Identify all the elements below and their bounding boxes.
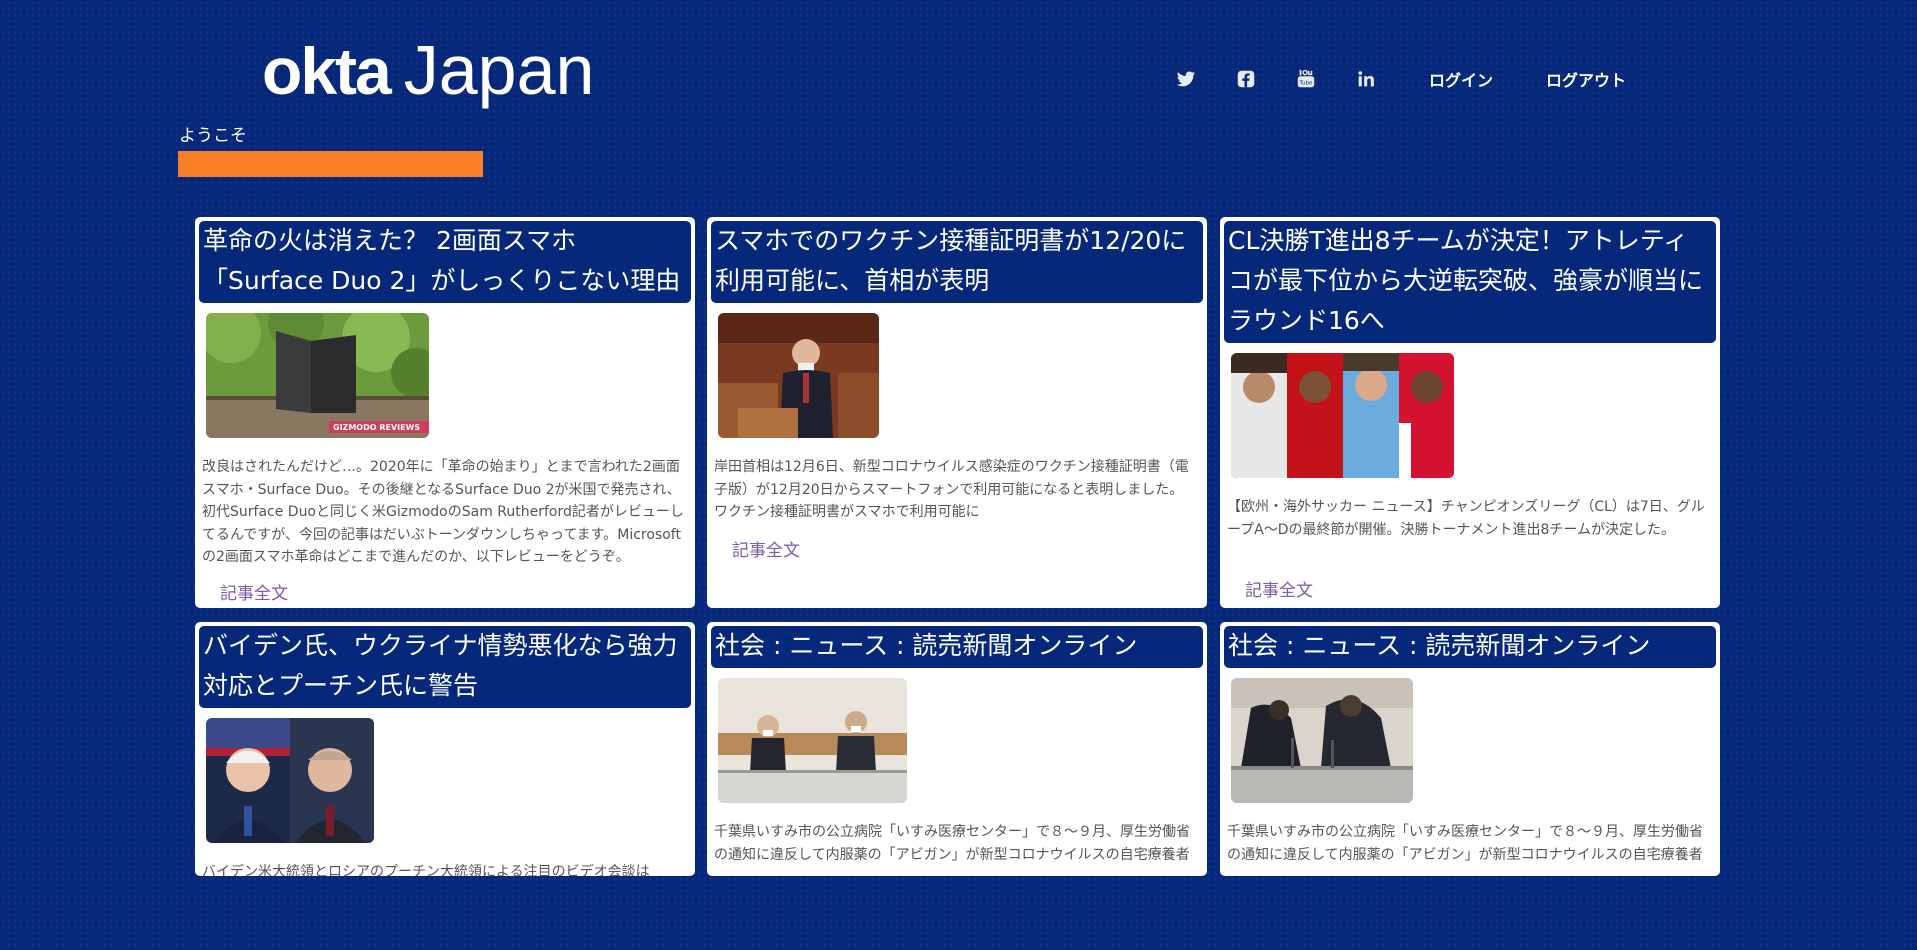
linkedin-icon[interactable] bbox=[1355, 68, 1377, 90]
read-more-link[interactable]: 記事全文 bbox=[732, 536, 1207, 561]
article-card: CL決勝T進出8チームが決定！アトレティコが最下位から大逆転突破、強豪が順当にラ… bbox=[1220, 217, 1720, 608]
article-card: 社会 : ニュース : 読売新聞オンライン 千葉県いすみ市の公立病院「いすみ医療… bbox=[707, 622, 1207, 876]
article-title-text: バイデン氏、ウクライナ情勢悪化なら強力対応とプーチン氏に警告 bbox=[203, 631, 678, 700]
article-summary: 【欧州・海外サッカー ニュース】チャンピオンズリーグ（CL）は7日、グループA～… bbox=[1227, 499, 1705, 538]
read-more-link[interactable]: 記事全文 bbox=[220, 579, 695, 604]
welcome-text: ようこそ bbox=[179, 126, 247, 146]
thumbnail-caption: GIZMODO REVIEWS bbox=[333, 423, 420, 432]
article-summary: 千葉県いすみ市の公立病院「いすみ医療センター」で８～９月、厚生労働省の通知に違反… bbox=[714, 824, 1190, 863]
article-card: 社会 : ニュース : 読売新聞オンライン 千葉県いすみ市の公立病院「いすみ医療… bbox=[1220, 622, 1720, 876]
article-summary: 岸田首相は12月6日、新型コロナウイルス感染症のワクチン接種証明書（電子版）が1… bbox=[714, 459, 1189, 520]
article-title-text: 革命の火は消えた？ 2画面スマホ「Surface Duo 2」がしっくりこない理… bbox=[203, 226, 681, 295]
article-thumbnail[interactable] bbox=[718, 313, 879, 438]
article-summary: バイデン米大統領とロシアのプーチン大統領による注目のビデオ会談は bbox=[202, 864, 650, 876]
article-title-text: 社会 : ニュース : 読売新聞オンライン bbox=[715, 631, 1138, 660]
article-title[interactable]: バイデン氏、ウクライナ情勢悪化なら強力対応とプーチン氏に警告 bbox=[199, 626, 691, 708]
article-card: バイデン氏、ウクライナ情勢悪化なら強力対応とプーチン氏に警告 バイデン米大統領と… bbox=[195, 622, 695, 876]
logout-link[interactable]: ログアウト bbox=[1546, 67, 1626, 91]
article-thumbnail[interactable] bbox=[206, 718, 374, 843]
read-more-link[interactable]: 記事全文 bbox=[1245, 576, 1720, 601]
article-title[interactable]: CL決勝T進出8チームが決定！アトレティコが最下位から大逆転突破、強豪が順当にラ… bbox=[1224, 221, 1716, 343]
article-thumbnail[interactable] bbox=[1231, 353, 1454, 478]
article-title[interactable]: 社会 : ニュース : 読売新聞オンライン bbox=[711, 626, 1203, 668]
article-thumbnail[interactable] bbox=[718, 678, 907, 803]
article-title[interactable]: 社会 : ニュース : 読売新聞オンライン bbox=[1224, 626, 1716, 668]
logo-japan-text: Japan bbox=[403, 31, 595, 109]
article-summary: 千葉県いすみ市の公立病院「いすみ医療センター」で８～９月、厚生労働省の通知に違反… bbox=[1227, 824, 1703, 863]
article-summary: 改良はされたんだけど…。2020年に「革命の始まり」とまで言われた2画面スマホ・… bbox=[202, 459, 684, 565]
login-link[interactable]: ログイン bbox=[1429, 67, 1493, 91]
facebook-icon[interactable] bbox=[1235, 68, 1257, 90]
okta-japan-logo: okta Japan bbox=[262, 30, 594, 110]
article-title-text: スマホでのワクチン接種証明書が12/20に利用可能に、首相が表明 bbox=[715, 226, 1187, 295]
article-thumbnail[interactable]: GIZMODO REVIEWS bbox=[206, 313, 429, 438]
article-title-text: 社会 : ニュース : 読売新聞オンライン bbox=[1228, 631, 1651, 660]
svg-text:Tube: Tube bbox=[1299, 81, 1314, 87]
article-card: スマホでのワクチン接種証明書が12/20に利用可能に、首相が表明 岸田首相は12… bbox=[707, 217, 1207, 608]
youtube-icon[interactable]: Tube bbox=[1295, 68, 1317, 90]
article-title[interactable]: スマホでのワクチン接種証明書が12/20に利用可能に、首相が表明 bbox=[711, 221, 1203, 303]
redacted-username bbox=[178, 151, 483, 177]
article-thumbnail[interactable] bbox=[1231, 678, 1413, 803]
twitter-icon[interactable] bbox=[1175, 68, 1197, 90]
logo-okta-text: okta bbox=[262, 34, 392, 108]
article-title-text: CL決勝T進出8チームが決定！アトレティコが最下位から大逆転突破、強豪が順当にラ… bbox=[1228, 226, 1704, 335]
article-title[interactable]: 革命の火は消えた？ 2画面スマホ「Surface Duo 2」がしっくりこない理… bbox=[199, 221, 691, 303]
article-card: 革命の火は消えた？ 2画面スマホ「Surface Duo 2」がしっくりこない理… bbox=[195, 217, 695, 608]
